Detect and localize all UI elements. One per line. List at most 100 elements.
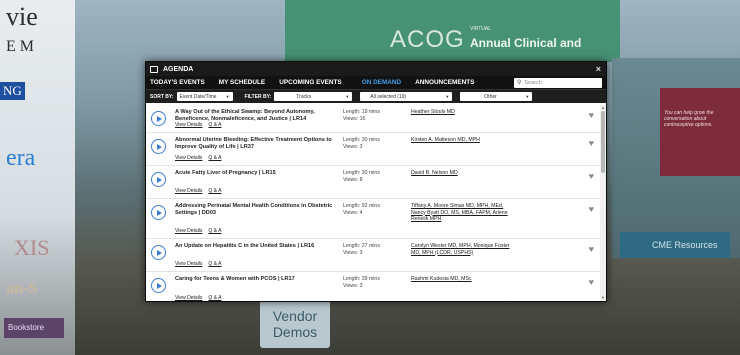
filter-label: FILTER BY: [244,93,272,100]
session-row: Abnormal Uterine Bleeding: Effective Tre… [146,133,600,166]
virtual-tag: VIRTUAL [470,26,492,32]
contraception-banner[interactable]: You can help grow the conversation about… [660,88,740,176]
session-meta: Length: 92 mins Views: 4 [343,203,403,216]
session-title: An Update on Hepatitis C in the United S… [175,243,315,249]
session-row: Acute Fatty Liver of Pregnancy | LR15 Vi… [146,166,600,199]
selection-select[interactable]: All selected (19) ▼ [360,92,453,101]
play-icon[interactable] [151,172,166,187]
favorite-heart-icon[interactable]: ♥ [589,110,594,120]
session-links: View Details Q & A [175,295,227,301]
annual-title: Annual Clinical and [470,36,582,50]
favorite-heart-icon[interactable]: ♥ [589,171,594,181]
sponsor-logo[interactable]: era [6,145,35,172]
session-views: Views: 8 [343,176,363,183]
filter-bar: SORT BY: Event Date/Time ▼ FILTER BY: Tra… [146,89,606,103]
session-title: Addressing Perinatal Mental Health Condi… [175,203,333,216]
session-meta: Length: 39 mins Views: 3 [343,276,403,289]
modal-titlebar: AGENDA × [146,62,606,76]
play-icon[interactable] [151,139,166,154]
session-meta: Length: 30 mins Views: 3 [343,137,403,150]
sponsor-logo[interactable]: vie [6,2,38,32]
favorite-heart-icon[interactable]: ♥ [589,204,594,214]
session-speakers[interactable]: Kirsten A. Matteson MD, MPH [411,137,511,144]
session-speakers[interactable]: Rashmi Kudesia MD, MSc [411,276,511,283]
session-links: View Details Q & A [175,188,227,194]
calendar-icon [150,65,158,73]
sponsor-logo[interactable]: XIS [14,235,49,261]
session-row: Addressing Perinatal Mental Health Condi… [146,199,600,239]
session-meta: Length: 30 mins Views: 8 [343,170,403,183]
vendor-demos-sign[interactable]: Vendor Demos [260,298,330,348]
list-scrollbar[interactable]: ▲ ▼ [600,105,606,301]
bookstore-sign[interactable]: Bookstore [4,318,64,338]
view-details-link[interactable]: View Details [175,228,202,234]
scrollbar-thumb[interactable] [601,111,605,173]
tab-todays-events[interactable]: TODAY'S EVENTS [150,79,205,86]
sort-select[interactable]: Event Date/Time ▼ [176,92,233,101]
session-views: Views: 3 [343,282,363,289]
search-placeholder: Search [524,79,542,86]
sort-label: SORT BY: [150,93,174,100]
agenda-modal: AGENDA × TODAY'S EVENTS MY SCHEDULE UPCO… [145,61,607,302]
play-icon[interactable] [151,111,166,126]
other-select[interactable]: Other ▼ [460,92,533,101]
session-views: Views: 16 [343,115,366,122]
qa-link[interactable]: Q & A [208,295,221,301]
sponsor-logo[interactable]: NG [0,82,25,100]
session-speakers[interactable]: David B. Nelson MD [411,170,511,177]
chevron-down-icon: ▼ [445,94,450,99]
acog-logo: ACOG [390,26,465,53]
chevron-down-icon: ▼ [345,94,350,99]
tracks-value: Tracks [296,93,312,100]
tab-upcoming-events[interactable]: UPCOMING EVENTS [279,79,342,86]
session-views: Views: 3 [343,249,363,256]
modal-title: AGENDA [163,65,194,73]
play-icon[interactable] [151,278,166,293]
session-meta: Length: 27 mins Views: 3 [343,243,403,256]
session-list: A Way Out of the Ethical Swamp: Beyond A… [146,105,600,301]
session-speakers[interactable]: Tiffany A. Moore Simas MD, MPH, MEd, Nan… [411,203,511,223]
qa-link[interactable]: Q & A [208,155,221,161]
tab-on-demand[interactable]: ON DEMAND [362,79,401,86]
tracks-select[interactable]: Tracks ▼ [274,92,353,101]
sponsor-logo[interactable]: an-S [6,280,37,298]
session-title: Acute Fatty Liver of Pregnancy | LR15 [175,170,276,176]
session-row: Caring for Teens & Women with PCOS | LR1… [146,272,600,301]
session-row: A Way Out of the Ethical Swamp: Beyond A… [146,105,600,133]
session-title: Caring for Teens & Women with PCOS | LR1… [175,276,295,282]
view-details-link[interactable]: View Details [175,122,202,128]
other-value: Other [484,93,497,100]
favorite-heart-icon[interactable]: ♥ [589,138,594,148]
agenda-tabs: TODAY'S EVENTS MY SCHEDULE UPCOMING EVEN… [146,76,606,89]
scroll-down-icon[interactable]: ▼ [600,295,606,301]
session-links: View Details Q & A [175,122,227,128]
session-title: Abnormal Uterine Bleeding: Effective Tre… [175,137,332,150]
cme-resources-sign[interactable]: CME Resources [620,232,730,258]
play-icon[interactable] [151,245,166,260]
tab-my-schedule[interactable]: MY SCHEDULE [219,79,265,86]
tab-announcements[interactable]: ANNOUNCEMENTS [415,79,474,86]
favorite-heart-icon[interactable]: ♥ [589,277,594,287]
session-speakers[interactable]: Heather Stouls MD [411,109,511,116]
view-details-link[interactable]: View Details [175,261,202,267]
view-details-link[interactable]: View Details [175,188,202,194]
session-title: A Way Out of the Ethical Swamp: Beyond A… [175,109,315,122]
view-details-link[interactable]: View Details [175,295,202,301]
close-icon[interactable]: × [596,64,601,74]
sponsor-logo[interactable]: EM [6,38,38,56]
selection-value: All selected (19) [370,93,407,100]
favorite-heart-icon[interactable]: ♥ [589,244,594,254]
session-speakers[interactable]: Carolyn Wester MD, MPH, Monique Foster M… [411,243,511,256]
session-views: Views: 4 [343,209,363,216]
qa-link[interactable]: Q & A [208,188,221,194]
qa-link[interactable]: Q & A [208,122,221,128]
qa-link[interactable]: Q & A [208,228,221,234]
play-icon[interactable] [151,205,166,220]
chevron-down-icon: ▼ [525,94,530,99]
search-icon: ⚲ [517,80,522,86]
search-input[interactable]: ⚲ Search [514,77,602,88]
view-details-link[interactable]: View Details [175,155,202,161]
qa-link[interactable]: Q & A [208,261,221,267]
session-row: An Update on Hepatitis C in the United S… [146,239,600,272]
sort-value: Event Date/Time [179,93,217,100]
